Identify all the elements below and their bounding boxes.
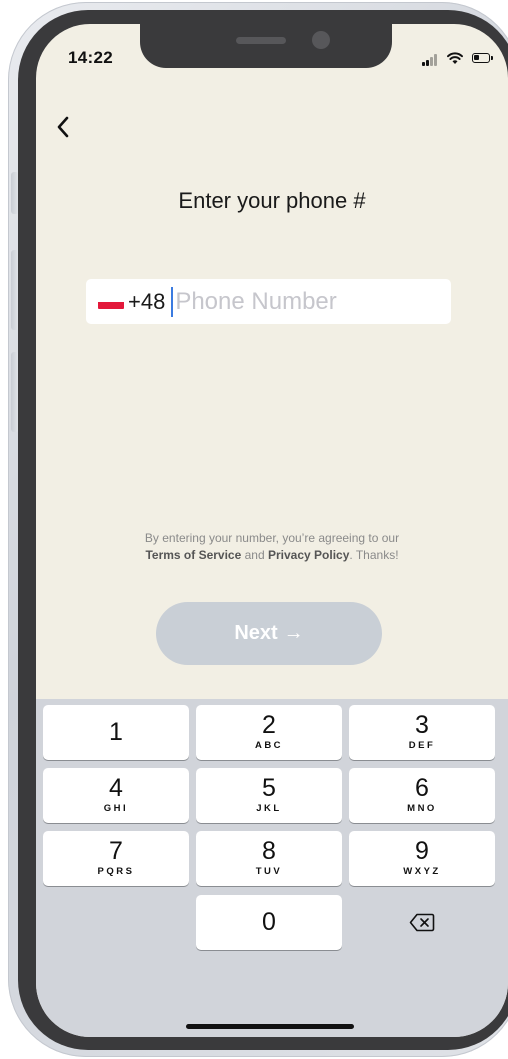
arrow-right-icon: → [283, 622, 304, 644]
backspace-icon [409, 913, 435, 932]
terms-and-text: and [244, 548, 265, 562]
terms-of-service-link[interactable]: Terms of Service [145, 548, 241, 562]
back-button[interactable] [48, 112, 78, 142]
key-0[interactable]: 0 [196, 895, 342, 950]
phone-screen: 14:22 Enter your phone # +48 By entering… [36, 24, 508, 1037]
wifi-icon [447, 52, 463, 64]
key-1[interactable]: 1 [43, 705, 189, 760]
delete-key[interactable] [349, 895, 495, 950]
page-title: Enter your phone # [178, 188, 366, 213]
terms-notice: By entering your number, you’re agreeing… [36, 530, 508, 564]
battery-icon [472, 53, 493, 63]
key-2[interactable]: 2 ABC [196, 705, 342, 760]
speaker [236, 37, 286, 44]
privacy-policy-link[interactable]: Privacy Policy [268, 548, 349, 562]
key-8[interactable]: 8 TUV [196, 831, 342, 886]
key-6[interactable]: 6 MNO [349, 768, 495, 823]
status-icons [422, 50, 493, 68]
next-button-label: Next [234, 622, 278, 644]
terms-text: By entering your number, you’re agreeing… [144, 531, 400, 545]
front-camera [312, 31, 330, 49]
key-7[interactable]: 7 PQRS [43, 831, 189, 886]
key-3[interactable]: 3 DEF [349, 705, 495, 760]
phone-number-field[interactable]: +48 [86, 279, 451, 324]
poland-flag-icon [98, 300, 124, 309]
next-button[interactable]: Next → [156, 602, 382, 665]
home-indicator [186, 1024, 354, 1029]
notch [140, 24, 392, 68]
numeric-keypad: 1 2 ABC 3 DEF 4 GHI 5 JKL 6 MNO 7 PQRS 8… [36, 699, 508, 1037]
key-5[interactable]: 5 JKL [196, 768, 342, 823]
country-code[interactable]: +48 [128, 289, 165, 315]
key-9[interactable]: 9 WXYZ [349, 831, 495, 886]
status-time: 14:22 [68, 48, 113, 67]
terms-thanks-text: . Thanks! [349, 548, 399, 562]
phone-number-input[interactable] [175, 287, 426, 316]
text-caret [171, 286, 174, 317]
key-4[interactable]: 4 GHI [43, 768, 189, 823]
chevron-left-icon [57, 116, 69, 138]
